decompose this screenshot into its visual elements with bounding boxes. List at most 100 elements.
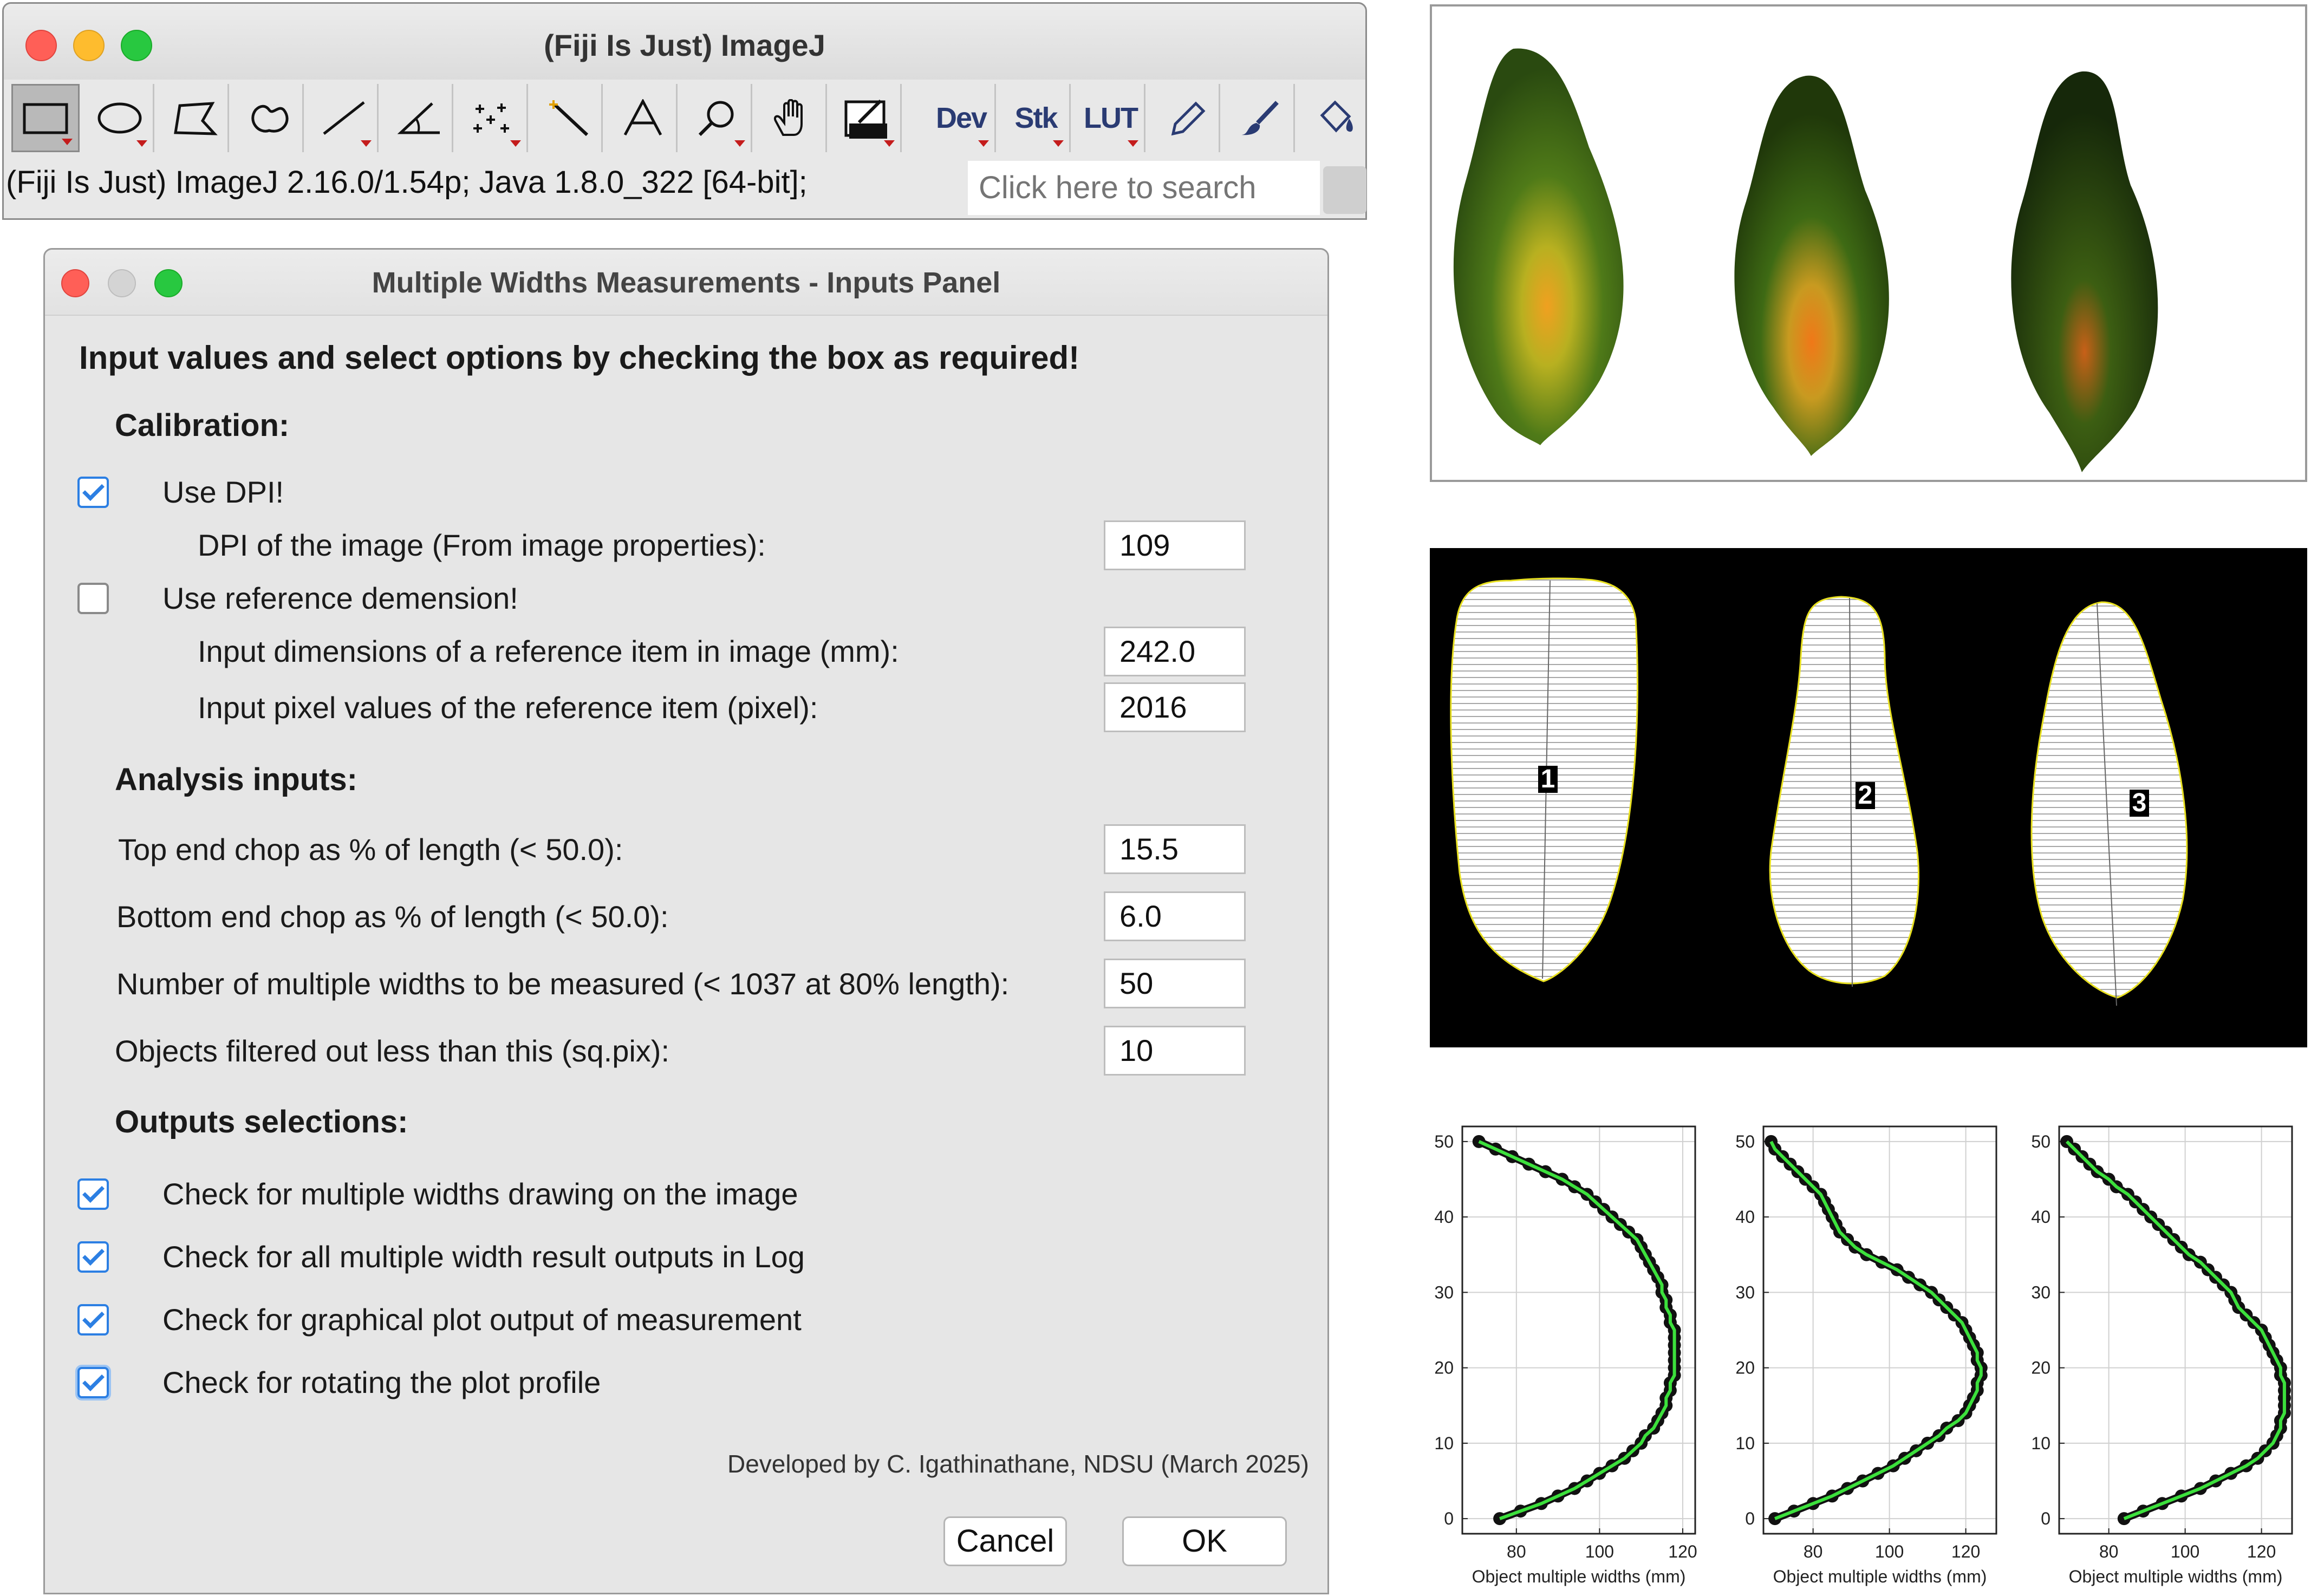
oval-icon	[97, 102, 141, 134]
line-tool[interactable]	[310, 84, 379, 152]
rotate-plot-checkbox[interactable]	[77, 1367, 109, 1398]
text-tool[interactable]	[609, 84, 678, 152]
y-tick-label: 50	[2031, 1132, 2050, 1151]
y-tick-label: 10	[1735, 1434, 1755, 1453]
zoom-tool[interactable]	[684, 84, 752, 152]
y-tick-label: 30	[1735, 1282, 1755, 1302]
calibration-header: Calibration:	[115, 408, 290, 443]
papaya-1	[1453, 48, 1624, 445]
polygon-icon	[173, 102, 218, 135]
angle-icon	[397, 102, 440, 134]
y-tick-label: 30	[1434, 1282, 1454, 1302]
plot-output-checkbox[interactable]	[77, 1304, 109, 1336]
series-line	[2065, 1140, 2286, 1520]
y-tick-label: 50	[1434, 1132, 1454, 1151]
reference-pixel-field[interactable]: 2016	[1104, 682, 1246, 732]
x-tick-label: 100	[1875, 1542, 1904, 1561]
hand-tool[interactable]	[759, 84, 827, 152]
fiji-title: (Fiji Is Just) ImageJ	[544, 28, 825, 62]
x-axis-label: Object multiple widths (mm)	[1773, 1567, 1987, 1586]
angle-tool[interactable]	[385, 84, 453, 152]
ok-button[interactable]: OK	[1122, 1516, 1287, 1566]
series-line	[1769, 1141, 1983, 1520]
color-picker-icon	[844, 99, 887, 139]
papaya-photo	[1430, 4, 2307, 482]
data-point	[2117, 1512, 2131, 1526]
drawing-output-label: Check for multiple widths drawing on the…	[162, 1177, 798, 1211]
reference-dimension-label: Input dimensions of a reference item in …	[198, 634, 899, 668]
text-icon	[623, 99, 662, 136]
multipoint-icon	[473, 103, 509, 133]
pencil-tool[interactable]	[1152, 84, 1220, 152]
magnifier-icon	[698, 101, 733, 136]
brush-tool[interactable]	[1227, 84, 1295, 152]
color-picker-tool[interactable]	[834, 84, 902, 152]
fiji-titlebar: (Fiji Is Just) ImageJ	[4, 4, 1365, 80]
use-reference-label: Use reference demension!	[162, 581, 518, 615]
y-tick-label: 50	[1735, 1132, 1755, 1151]
hand-icon	[773, 99, 803, 136]
data-point	[1768, 1512, 1782, 1526]
search-input[interactable]	[968, 161, 1320, 215]
cancel-button[interactable]: Cancel	[943, 1516, 1067, 1566]
y-tick-label: 0	[2041, 1509, 2050, 1528]
status-bar: (Fiji Is Just) ImageJ 2.16.0/1.54p; Java…	[6, 165, 808, 200]
top-chop-field[interactable]: 15.5	[1104, 824, 1246, 874]
log-output-label: Check for all multiple width result outp…	[162, 1240, 805, 1274]
rectangle-tool[interactable]	[11, 84, 80, 152]
drawing-output-checkbox[interactable]	[77, 1178, 109, 1210]
y-tick-label: 20	[1434, 1358, 1454, 1378]
lut-menu[interactable]: LUT	[1077, 84, 1145, 152]
filter-field[interactable]: 10	[1104, 1026, 1246, 1076]
papaya-photo-image	[1453, 48, 2158, 473]
object-2	[1769, 596, 1919, 985]
search-button[interactable]	[1323, 166, 1366, 214]
dpi-label: DPI of the image (From image properties)…	[198, 528, 766, 562]
x-tick-label: 80	[1804, 1542, 1823, 1561]
bottom-chop-field[interactable]: 6.0	[1104, 891, 1246, 941]
object-3	[2030, 601, 2188, 999]
multipoint-tool[interactable]	[460, 84, 528, 152]
dev-menu[interactable]: Dev	[928, 84, 996, 152]
use-dpi-checkbox[interactable]	[77, 477, 109, 508]
top-chop-label: Top end chop as % of length (< 50.0):	[118, 832, 623, 867]
y-tick-label: 10	[1434, 1434, 1454, 1453]
flood-fill-tool[interactable]	[1301, 84, 1370, 152]
papaya-2	[1734, 75, 1889, 456]
x-tick-label: 120	[1668, 1542, 1697, 1561]
reference-dimension-field[interactable]: 242.0	[1104, 627, 1246, 676]
freehand-tool[interactable]	[236, 84, 304, 152]
y-tick-label: 0	[1444, 1509, 1454, 1528]
papaya-3	[2011, 71, 2158, 473]
plot-output-label: Check for graphical plot output of measu…	[162, 1302, 802, 1337]
x-tick-label: 120	[2247, 1542, 2276, 1561]
use-reference-checkbox[interactable]	[77, 583, 109, 614]
object-label-1: 1	[1541, 765, 1555, 793]
brush-icon	[1241, 101, 1279, 135]
oval-tool[interactable]	[86, 84, 154, 152]
reference-pixel-label: Input pixel values of the reference item…	[198, 690, 818, 725]
series-outline	[1767, 1139, 1985, 1522]
segmented-image: 1 2 3	[1430, 548, 2307, 1047]
polygon-tool[interactable]	[161, 84, 229, 152]
x-tick-label: 120	[1951, 1542, 1980, 1561]
y-tick-label: 40	[1434, 1207, 1454, 1227]
log-output-checkbox[interactable]	[77, 1241, 109, 1273]
wand-tool[interactable]	[535, 84, 603, 152]
dpi-field[interactable]: 109	[1104, 520, 1246, 570]
data-point	[1765, 1135, 1778, 1148]
plots-svg: 0102030405080 100 120Object multiple width…	[1434, 1125, 2293, 1586]
pencil-icon	[1171, 101, 1206, 136]
x-tick-label: 80	[1507, 1542, 1526, 1561]
x-axis-label: Object multiple widths (mm)	[1472, 1567, 1686, 1586]
paint-bucket-icon	[1320, 100, 1353, 133]
freehand-icon	[251, 105, 288, 133]
y-tick-label: 20	[1735, 1358, 1755, 1378]
stk-menu[interactable]: Stk	[1002, 84, 1071, 152]
fiji-window: (Fiji Is Just) ImageJ Dev Stk LUT (Fiji …	[2, 2, 1367, 220]
num-widths-field[interactable]: 50	[1104, 959, 1246, 1008]
x-tick-label: 80	[2099, 1542, 2119, 1561]
analysis-header: Analysis inputs:	[115, 762, 357, 797]
series-line	[1478, 1140, 1676, 1520]
line-icon	[322, 101, 365, 135]
